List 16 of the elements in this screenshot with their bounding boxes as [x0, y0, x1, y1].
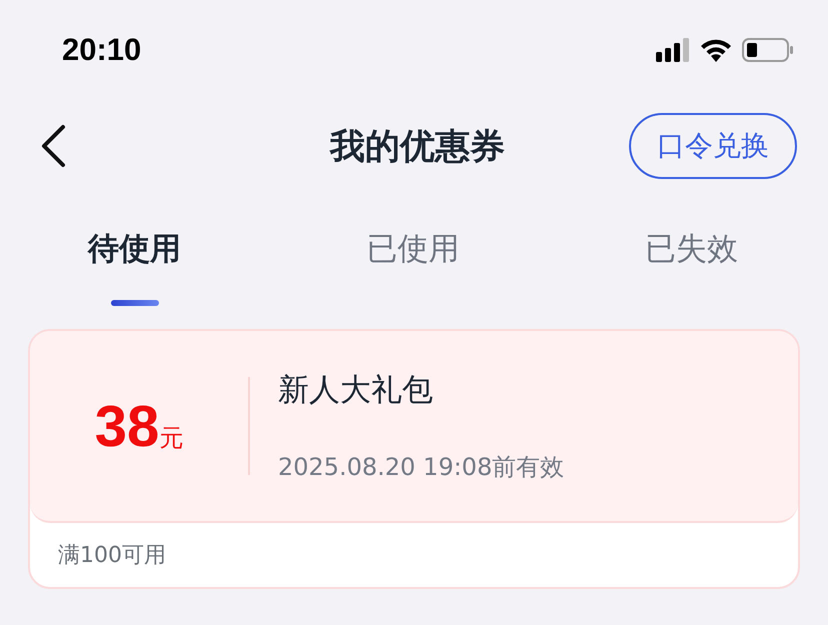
coupon-amount: 38	[94, 392, 160, 460]
page-title: 我的优惠券	[330, 126, 505, 168]
coupon-name: 新人大礼包	[278, 371, 434, 410]
battery-icon	[742, 38, 794, 62]
tab[interactable]: 待使用	[88, 228, 181, 270]
tab[interactable]: 已失效	[645, 228, 738, 270]
tab-indicator	[110, 300, 158, 306]
coupon-card[interactable]: 38元 新人大礼包 2025.08.20 19:08前有效 满100可用	[28, 329, 800, 589]
status-time: 20:10	[62, 32, 142, 68]
coupon-expiry: 2025.08.20 19:08前有效	[278, 452, 564, 483]
usage-condition: 满100可用	[58, 542, 166, 570]
currency-unit: 元	[159, 422, 184, 454]
tab[interactable]: 已使用	[366, 228, 460, 270]
redeem-code-button[interactable]: 口令兑换	[629, 113, 797, 179]
signal-icon	[656, 38, 690, 62]
wifi-icon	[700, 38, 732, 62]
